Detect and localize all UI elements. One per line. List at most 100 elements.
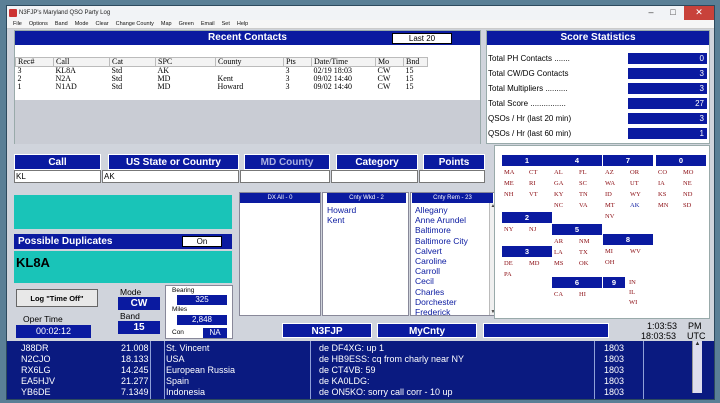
call-area-item: ID <box>605 191 612 198</box>
call-area-item: NV <box>605 213 615 220</box>
md-county-input[interactable] <box>240 170 330 183</box>
call-area-item: MN <box>658 202 669 209</box>
cluster-spot-row[interactable]: J88DR 21.008 St. Vincent de DF4XG: up 1 1803 <box>21 343 701 353</box>
spot-call: N2CJO <box>21 354 51 364</box>
spot-call: YB6DE <box>21 387 51 397</box>
table-row[interactable]: 1 N1AD Std MD Howard 3 09/02 14:40 CW 15 <box>16 83 428 91</box>
score-label: QSOs / Hr (last 20 min) <box>488 114 572 123</box>
call-area-item: GA <box>554 180 564 187</box>
list-item[interactable]: Howard <box>327 205 356 215</box>
menu-item[interactable]: Set <box>222 20 230 28</box>
band-value[interactable]: 15 <box>118 321 160 334</box>
table-cell: MD <box>157 82 171 91</box>
log-time-off-button[interactable]: Log "Time Off" <box>16 289 98 307</box>
call-area-item: CA <box>554 291 564 298</box>
list-item[interactable]: Frederick <box>415 307 468 317</box>
list-item[interactable]: Calvert <box>415 246 468 256</box>
counties-remaining-list[interactable]: Allegany Anne Arundel Baltimore Baltimore C… <box>415 205 468 317</box>
call-input[interactable]: KL <box>14 170 101 183</box>
score-value: 0 <box>628 53 707 64</box>
call-area-item: TN <box>579 191 588 198</box>
call-area-6-header: 6 <box>552 277 602 288</box>
menu-item[interactable]: Change County <box>116 20 154 28</box>
info-button[interactable] <box>483 323 609 338</box>
mode-label: Mode <box>120 287 142 297</box>
score-value: 1 <box>628 128 707 139</box>
minimize-icon[interactable]: – <box>640 6 662 20</box>
list-item[interactable]: Caroline <box>415 256 468 266</box>
menu-item[interactable]: Band <box>55 20 68 28</box>
menu-item[interactable]: Mode <box>75 20 89 28</box>
spot-spot: de DF4XG: up 1 <box>319 343 385 353</box>
score-row: Total Multipliers .......... 3 <box>487 82 709 95</box>
table-cell: 15 <box>405 82 414 91</box>
list-item[interactable]: Baltimore City <box>415 236 468 246</box>
list-item[interactable]: Charles <box>415 287 468 297</box>
spot-spot: de KA0LDG: <box>319 376 370 386</box>
app-icon <box>9 9 17 17</box>
state-country-input[interactable]: AK <box>102 170 239 183</box>
column-header[interactable]: County <box>215 57 284 67</box>
call-area-2-header: 2 <box>502 212 552 223</box>
score-value: 3 <box>628 113 707 124</box>
menu-item[interactable]: Email <box>201 20 215 28</box>
spot-time: 1803 <box>604 387 625 397</box>
cluster-spot-row[interactable]: N2CJO 18.133 USA de HB9ESS: cq from charly … <box>21 354 701 364</box>
cluster-spot-row[interactable]: YB6DE 7.1349 Indonesia de ON5KO: sorry call… <box>21 387 701 397</box>
menu-item[interactable]: Clear <box>95 20 108 28</box>
call-area-item: NH <box>504 191 514 198</box>
call-area-7-header: 7 <box>603 155 653 166</box>
menu-item[interactable]: Options <box>29 20 48 28</box>
points-input[interactable] <box>419 170 485 183</box>
dx-list-panel[interactable] <box>239 192 321 316</box>
cluster-spot-row[interactable]: RX6LG 14.245 European Russia de CT4VB: 59 18… <box>21 365 701 375</box>
category-input[interactable] <box>331 170 418 183</box>
dx-cluster-panel[interactable]: J88DR 21.008 St. Vincent de DF4XG: up 1 1803… <box>7 341 714 399</box>
recent-contacts-table[interactable]: Rec# Call Cat SPC County Pts Date/Time Mo Bnd 3 KL… <box>15 57 428 91</box>
list-item[interactable]: Kent <box>327 215 356 225</box>
state-country-header: US State or Country <box>108 154 239 170</box>
list-item[interactable]: Baltimore <box>415 225 468 235</box>
call-area-item: DE <box>504 260 513 267</box>
my-county-button[interactable]: MyCnty <box>377 323 477 338</box>
menu-item[interactable]: File <box>13 20 22 28</box>
call-areas-panel <box>494 145 710 319</box>
call-area-item: WY <box>630 191 641 198</box>
menu-item[interactable]: Green <box>179 20 194 28</box>
score-label: Total Multipliers .......... <box>488 84 568 93</box>
cluster-spot-row[interactable]: EA5HJV 21.277 Spain de KA0LDG: 1803 <box>21 376 701 386</box>
spot-spot: de ON5KO: sorry call corr - 10 up <box>319 387 453 397</box>
counties-worked-list[interactable]: Howard Kent <box>327 205 356 225</box>
call-area-item: SD <box>683 202 692 209</box>
call-area-item: FL <box>579 169 587 176</box>
spot-country: St. Vincent <box>166 343 210 353</box>
cluster-scrollbar[interactable]: ▲ <box>692 341 702 393</box>
list-item[interactable]: Cecil <box>415 276 468 286</box>
call-area-5-header: 5 <box>552 224 602 235</box>
dx-list-header: DX All - 0 <box>240 193 320 203</box>
score-row: QSOs / Hr (last 60 min) 1 <box>487 127 709 140</box>
spot-spot: de HB9ESS: cq from charly near NY <box>319 354 465 364</box>
list-item[interactable]: Dorchester <box>415 297 468 307</box>
call-area-item: VA <box>579 202 588 209</box>
call-area-item: CT <box>529 169 538 176</box>
list-item[interactable]: Anne Arundel <box>415 215 468 225</box>
menu-item[interactable]: Help <box>237 20 248 28</box>
list-item[interactable]: Carroll <box>415 266 468 276</box>
mode-value[interactable]: CW <box>118 297 160 310</box>
band-label: Band <box>120 311 140 321</box>
last-20-button[interactable]: Last 20 <box>392 33 452 44</box>
continent-value: NA <box>203 328 227 338</box>
maximize-icon[interactable]: □ <box>662 6 684 20</box>
menu-item[interactable]: Map <box>161 20 172 28</box>
table-cell: N1AD <box>55 82 77 91</box>
oper-time-label: Oper Time <box>23 314 63 324</box>
call-area-item: TX <box>579 249 588 256</box>
table-cell: 1 <box>17 82 22 91</box>
station-button[interactable]: N3FJP <box>282 323 372 338</box>
close-icon[interactable]: ✕ <box>684 6 714 20</box>
list-item[interactable]: Allegany <box>415 205 468 215</box>
call-area-item: LA <box>554 249 563 256</box>
call-area-item: IN <box>629 279 636 286</box>
duplicates-toggle[interactable]: On <box>182 236 222 247</box>
